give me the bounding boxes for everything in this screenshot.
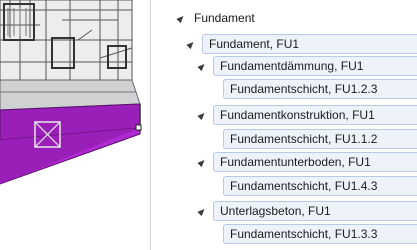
tree-item-leaf[interactable]: Fundamentschicht, FU1.2.3	[223, 79, 417, 99]
tree-item-label: Fundament, FU1	[202, 34, 417, 54]
expand-arrow-icon[interactable]	[197, 206, 207, 216]
expand-arrow-icon[interactable]	[197, 157, 207, 167]
expand-arrow-icon[interactable]	[197, 61, 207, 71]
tree-item-label: Fundamentschicht, FU1.1.2	[223, 129, 417, 149]
expand-arrow-icon[interactable]	[197, 110, 207, 120]
structure-tree: Fundament Fundament, FU1 Fundamentdämmun…	[151, 0, 417, 250]
tree-item-leaf[interactable]: Fundamentschicht, FU1.4.3	[223, 176, 417, 196]
tree-item-category[interactable]: Fundamentkonstruktion, FU1	[197, 105, 417, 125]
building-model	[0, 0, 142, 185]
tree-item-label: Fundament	[194, 11, 255, 25]
tree-item-category[interactable]: Fundamentdämmung, FU1	[197, 56, 417, 76]
tree-item-label: Fundamentschicht, FU1.3.3	[223, 224, 417, 244]
expand-arrow-icon[interactable]	[176, 13, 186, 23]
tree-item-label: Unterlagsbeton, FU1	[213, 201, 417, 221]
tree-item-leaf[interactable]: Fundamentschicht, FU1.1.2	[223, 129, 417, 149]
tree-item-root[interactable]: Fundament	[176, 8, 257, 28]
tree-item-label: Fundamentschicht, FU1.2.3	[223, 79, 417, 99]
tree-item-label: Fundamentschicht, FU1.4.3	[223, 176, 417, 196]
tree-item-label: Fundamentdämmung, FU1	[213, 56, 417, 76]
tree-item-label: Fundamentunterboden, FU1	[213, 152, 417, 172]
tree-item-category[interactable]: Unterlagsbeton, FU1	[197, 201, 417, 221]
tree-item-leaf[interactable]: Fundamentschicht, FU1.3.3	[223, 224, 417, 244]
tree-item-label: Fundamentkonstruktion, FU1	[213, 105, 417, 125]
tree-item-group[interactable]: Fundament, FU1	[186, 34, 417, 54]
expand-arrow-icon[interactable]	[186, 39, 196, 49]
3d-viewport[interactable]	[0, 0, 150, 250]
tree-item-category[interactable]: Fundamentunterboden, FU1	[197, 152, 417, 172]
